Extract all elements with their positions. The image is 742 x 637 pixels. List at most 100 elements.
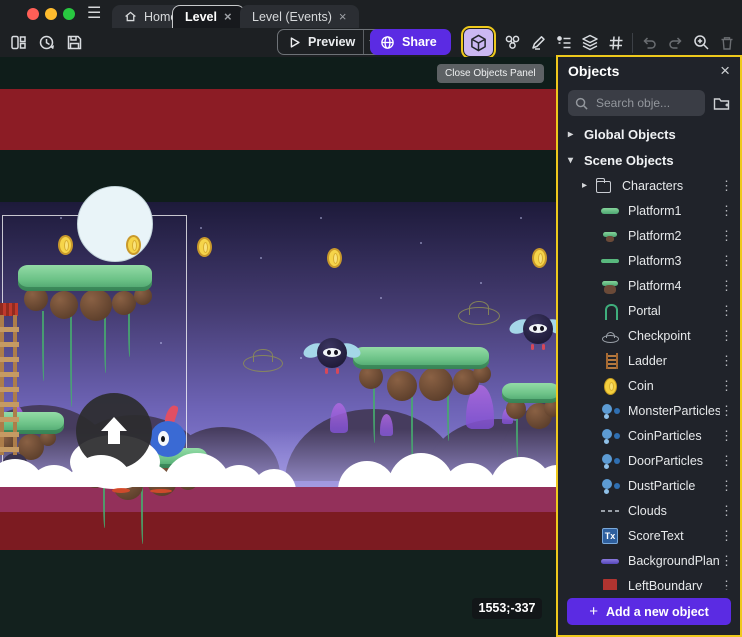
undo-icon[interactable] [639,31,659,55]
objects-panel-icon[interactable] [464,29,493,56]
kebab-menu-icon[interactable]: ⋮ [720,353,732,369]
object-row-platform1[interactable]: Platform1⋮ [558,198,740,223]
vine-decor [103,484,106,528]
coin-sprite[interactable] [197,237,212,257]
object-row-platform3[interactable]: Platform3⋮ [558,248,740,273]
close-panel-icon[interactable]: × [720,64,730,78]
object-row-doorparticles[interactable]: DoorParticles⋮ [558,448,740,473]
search-icon [575,97,588,110]
pencil-icon[interactable] [528,31,548,55]
toolbar: Preview Share [0,28,742,57]
object-row-clouds[interactable]: Clouds⋮ [558,498,740,523]
object-row-coin[interactable]: Coin⋮ [558,373,740,398]
grid-icon[interactable] [606,31,626,55]
scene-canvas[interactable]: 1553;-337 [0,57,556,637]
maximize-icon[interactable] [63,8,75,20]
object-row-portal[interactable]: Portal⋮ [558,298,740,323]
project-manager-icon[interactable] [8,30,28,54]
object-label: Portal [628,304,720,318]
group-global-objects[interactable]: ▸ Global Objects [558,121,740,147]
redo-icon[interactable] [665,31,685,55]
monster-eye [323,348,341,357]
object-row-monsterparticles[interactable]: MonsterParticles⋮ [558,398,740,423]
kebab-menu-icon[interactable]: ⋮ [720,578,732,591]
kebab-menu-icon[interactable]: ⋮ [720,528,732,544]
tab-level-events[interactable]: Level (Events) × [240,5,359,28]
hamburger-icon[interactable]: ☰ [87,5,101,23]
object-row-leftboundary[interactable]: LeftBoundary⋮ [558,573,740,590]
star-decor [320,217,322,219]
object-label: ScoreText [628,529,720,543]
object-row-backgroundplants[interactable]: BackgroundPlants⋮ [558,548,740,573]
platform-grass [353,347,489,369]
object-row-dustparticle[interactable]: DustParticle⋮ [558,473,740,498]
tab-level[interactable]: Level × [172,5,245,28]
save-icon[interactable] [64,30,84,54]
platform-sprite[interactable] [18,265,152,395]
object-label: Platform4 [628,279,720,293]
search-input[interactable] [594,95,686,111]
object-row-ladder[interactable]: Ladder⋮ [558,348,740,373]
monster-sprite[interactable] [509,312,556,354]
clouds-thumbnail [600,501,620,521]
coin-sprite[interactable] [532,248,547,268]
object-row-coinparticles[interactable]: CoinParticles⋮ [558,423,740,448]
dirt-clod-decor [50,291,78,319]
ladder-sprite[interactable] [0,303,19,455]
kebab-menu-icon[interactable]: ⋮ [720,178,732,194]
kebab-menu-icon[interactable]: ⋮ [720,228,732,244]
group-scene-objects[interactable]: ▾ Scene Objects [558,147,740,173]
star-decor [200,227,202,229]
tab-label: Level [185,10,217,24]
layers-icon[interactable] [580,31,600,55]
kebab-menu-icon[interactable]: ⋮ [720,403,732,419]
kebab-menu-icon[interactable]: ⋮ [720,303,732,319]
balloon-sprite[interactable] [77,186,153,262]
object-row-platform4[interactable]: Platform4⋮ [558,273,740,298]
kebab-menu-icon[interactable]: ⋮ [720,328,732,344]
coin-sprite[interactable] [126,235,141,255]
chevron-right-icon[interactable]: ▸ [568,129,576,140]
object-groups-icon[interactable] [502,31,522,55]
object-label: MonsterParticles [628,404,720,418]
instances-list-icon[interactable] [554,31,574,55]
minimize-icon[interactable] [45,8,57,20]
chevron-right-icon[interactable]: ▸ [582,180,590,191]
object-row-checkpoint[interactable]: Checkpoint⋮ [558,323,740,348]
kebab-menu-icon[interactable]: ⋮ [720,503,732,519]
vine-decor [447,389,450,441]
group-label: Scene Objects [584,153,674,168]
search-box[interactable] [568,90,705,116]
platform-sprite[interactable] [502,383,556,513]
coin-sprite[interactable] [58,235,73,255]
close-icon[interactable] [27,8,39,20]
platform-grass [502,383,556,403]
kebab-menu-icon[interactable]: ⋮ [720,453,732,469]
up-arrow-icon [94,411,134,451]
coin-sprite[interactable] [327,248,342,268]
object-row-platform2[interactable]: Platform2⋮ [558,223,740,248]
kebab-menu-icon[interactable]: ⋮ [720,278,732,294]
monster-foot [325,368,328,374]
top-red-band [0,89,556,150]
kebab-menu-icon[interactable]: ⋮ [720,378,732,394]
kebab-menu-icon[interactable]: ⋮ [720,478,732,494]
object-row-scoretext[interactable]: ScoreText⋮ [558,523,740,548]
kebab-menu-icon[interactable]: ⋮ [720,428,732,444]
close-tab-icon[interactable]: × [339,12,347,22]
lava-glow-decor [112,488,130,493]
kebab-menu-icon[interactable]: ⋮ [720,553,732,569]
kebab-menu-icon[interactable]: ⋮ [720,253,732,269]
monster-sprite[interactable] [303,336,361,378]
history-icon[interactable] [36,30,56,54]
share-button[interactable]: Share [370,29,451,55]
add-folder-icon[interactable] [713,96,730,111]
object-row-characters[interactable]: ▸Characters⋮ [558,173,740,198]
chevron-down-icon[interactable]: ▾ [568,155,576,166]
add-object-button[interactable]: + Add a new object [567,598,731,625]
trash-icon[interactable] [717,31,737,55]
close-tab-icon[interactable]: × [224,12,232,22]
zoom-in-icon[interactable] [691,31,711,55]
kebab-menu-icon[interactable]: ⋮ [720,203,732,219]
platform1-thumbnail [600,201,620,221]
